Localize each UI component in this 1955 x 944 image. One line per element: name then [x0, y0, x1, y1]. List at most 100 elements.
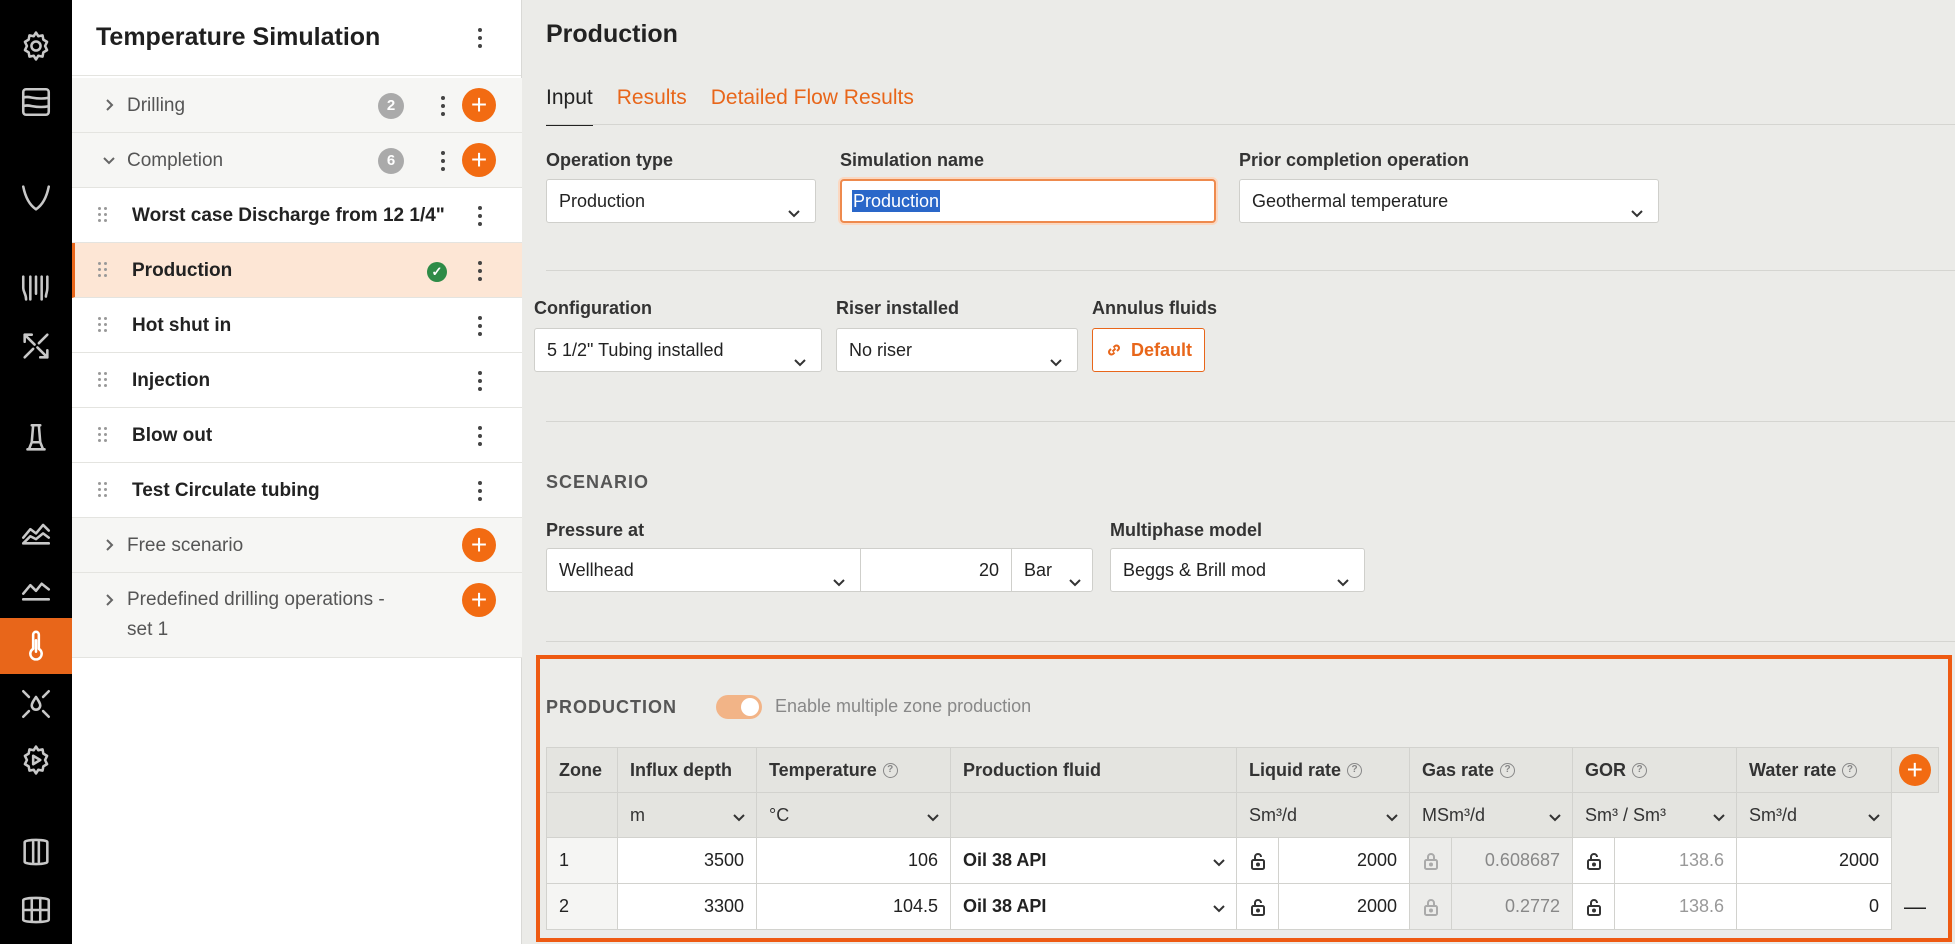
cylinders-icon[interactable] [0, 882, 72, 938]
unit-select[interactable]: °C [756, 792, 951, 838]
drag-handle-icon[interactable] [98, 317, 108, 333]
add-button[interactable]: + [462, 528, 496, 562]
riser-label: Riser installed [836, 298, 960, 318]
section-divider [546, 641, 1955, 642]
unit-select[interactable]: Sm³/d [1236, 792, 1410, 838]
tree-group-predefined[interactable]: Predefined drilling operations - set 1 + [72, 573, 522, 658]
tree-item-selected[interactable]: Production ✓ [72, 243, 522, 298]
drag-handle-icon[interactable] [98, 207, 108, 223]
tree-group-completion[interactable]: Completion 6 + [72, 133, 522, 188]
simulation-name-value: Production [852, 190, 941, 212]
area-chart-icon[interactable] [0, 504, 72, 560]
multiphase-select[interactable]: Beggs & Brill mod [1110, 548, 1365, 592]
annulus-default-button[interactable]: Default [1092, 328, 1206, 372]
unit-select[interactable]: MSm³/d [1409, 792, 1573, 838]
more-icon[interactable] [468, 256, 492, 286]
more-icon[interactable] [431, 146, 455, 176]
configuration-select[interactable]: 5 1/2" Tubing installed [534, 328, 822, 372]
unit-select[interactable]: Sm³ / Sm³ [1572, 792, 1737, 838]
rig-icon[interactable] [0, 410, 72, 466]
unit-select[interactable]: m [617, 792, 757, 838]
more-icon[interactable] [468, 311, 492, 341]
drag-handle-icon[interactable] [98, 262, 108, 278]
influx-depth-input[interactable]: 3300 [617, 883, 757, 930]
layers-icon[interactable] [0, 74, 72, 130]
annulus-label: Annulus fluids [1092, 298, 1217, 318]
tree-group-free-scenario[interactable]: Free scenario + [72, 518, 522, 573]
multi-zone-toggle[interactable] [716, 695, 762, 719]
chevron-down-icon [1867, 808, 1881, 829]
tree-group-drilling[interactable]: Drilling 2 + [72, 78, 522, 133]
add-button[interactable]: + [462, 143, 496, 177]
tab-input[interactable]: Input [546, 86, 593, 126]
unit-select[interactable]: Sm³/d [1736, 792, 1892, 838]
influx-depth-input[interactable]: 3500 [617, 837, 757, 884]
simulation-name-input[interactable]: Production [840, 179, 1216, 223]
chevron-right-icon[interactable] [100, 96, 118, 114]
drag-handle-icon[interactable] [98, 372, 108, 388]
chevron-down-icon [787, 193, 801, 218]
production-fluid-select[interactable]: Oil 38 API [950, 837, 1237, 884]
drill-strings-icon[interactable] [0, 260, 72, 316]
help-icon[interactable]: ? [1632, 763, 1648, 779]
lock-icon[interactable] [1410, 884, 1452, 929]
chevron-right-icon[interactable] [100, 591, 118, 609]
production-fluid-select[interactable]: Oil 38 API [950, 883, 1237, 930]
help-icon[interactable]: ? [882, 763, 898, 779]
unit-value: Sm³ / Sm³ [1585, 804, 1666, 825]
tree-item[interactable]: Injection [72, 353, 522, 408]
more-icon[interactable] [431, 91, 455, 121]
merge-arrows-icon[interactable] [0, 318, 72, 374]
more-icon[interactable] [468, 421, 492, 451]
gear-icon[interactable] [0, 18, 72, 74]
drag-handle-icon[interactable] [98, 482, 108, 498]
help-icon[interactable]: ? [1500, 763, 1516, 779]
water-rate-input[interactable]: 2000 [1736, 837, 1892, 884]
unlock-icon[interactable] [1237, 838, 1279, 883]
liquid-rate-input[interactable]: 2000 [1279, 838, 1409, 883]
production-title: PRODUCTION [546, 697, 677, 717]
remove-zone-button[interactable]: — [1891, 883, 1938, 930]
tree-item[interactable]: Hot shut in [72, 298, 522, 353]
tree-item[interactable]: Worst case Discharge from 12 1/4" [72, 188, 522, 243]
add-button[interactable]: + [462, 88, 496, 122]
tab-results[interactable]: Results [617, 86, 687, 126]
operation-type-select[interactable]: Production [546, 179, 816, 223]
thermometer-icon[interactable] [0, 618, 72, 674]
tree-item[interactable]: Blow out [72, 408, 522, 463]
table-row: 1 3500 106 Oil 38 API 2000 0.608687 138.… [546, 837, 1938, 884]
temperature-input[interactable]: 104.5 [756, 883, 951, 930]
curve-icon[interactable] [0, 170, 72, 226]
tab-detailed-flow-results[interactable]: Detailed Flow Results [711, 86, 914, 126]
chevron-down-icon[interactable] [100, 151, 118, 169]
unlock-icon[interactable] [1573, 838, 1615, 883]
liquid-rate-input[interactable]: 2000 [1279, 884, 1409, 929]
unlock-icon[interactable] [1573, 884, 1615, 929]
unlock-icon[interactable] [1237, 884, 1279, 929]
chevron-right-icon[interactable] [100, 536, 118, 554]
riser-select[interactable]: No riser [836, 328, 1078, 372]
database-icon[interactable] [0, 824, 72, 880]
pressure-at-select[interactable]: Wellhead [546, 548, 861, 592]
add-button[interactable]: + [462, 583, 496, 617]
drops-icon[interactable] [0, 676, 72, 732]
pressure-unit-select[interactable]: Bar [1011, 548, 1093, 592]
line-chart-icon[interactable] [0, 560, 72, 616]
more-icon[interactable] [468, 476, 492, 506]
pressure-value-input[interactable]: 20 [860, 548, 1012, 592]
help-icon[interactable]: ? [1842, 763, 1858, 779]
help-icon[interactable]: ? [1347, 763, 1363, 779]
gear-play-icon[interactable] [0, 732, 72, 788]
drag-handle-icon[interactable] [98, 427, 108, 443]
lock-icon[interactable] [1410, 838, 1452, 883]
more-icon[interactable] [468, 201, 492, 231]
more-icon[interactable] [468, 366, 492, 396]
prior-completion-value: Geothermal temperature [1252, 191, 1449, 211]
temperature-input[interactable]: 106 [756, 837, 951, 884]
add-zone-button[interactable]: + [1898, 754, 1931, 786]
chevron-down-icon [793, 342, 807, 367]
tree-item[interactable]: Test Circulate tubing [72, 463, 522, 518]
water-rate-input[interactable]: 0 [1736, 883, 1892, 930]
tree-menu-icon[interactable] [468, 23, 492, 53]
prior-completion-select[interactable]: Geothermal temperature [1239, 179, 1659, 223]
